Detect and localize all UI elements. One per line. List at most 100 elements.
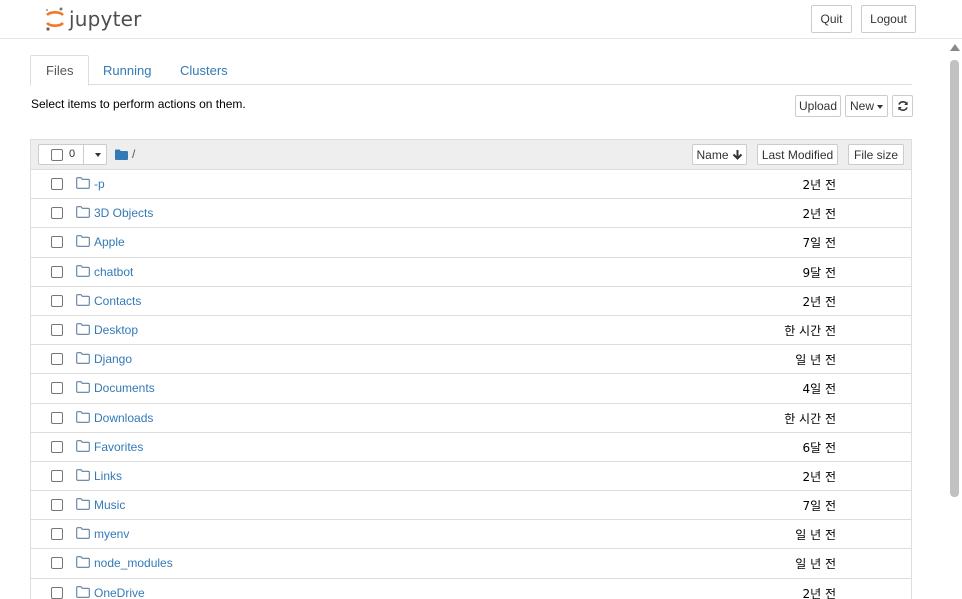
file-row[interactable]: Apple 7일 전 (31, 228, 911, 258)
tab-running[interactable]: Running (88, 55, 166, 85)
file-name-link[interactable]: -p (94, 177, 105, 191)
folder-icon[interactable] (115, 149, 128, 160)
last-modified: 일 년 전 (795, 528, 836, 543)
file-rows: -p 2년 전 3D Objects 2년 전 Apple 7일 전 chatbot 9달 전… (31, 170, 911, 599)
breadcrumb-root[interactable]: / (132, 147, 135, 161)
tab-clusters[interactable]: Clusters (165, 55, 243, 85)
row-checkbox[interactable] (51, 586, 63, 599)
file-row[interactable]: OneDrive 2년 전 (31, 578, 911, 599)
folder-outline-icon (76, 556, 90, 569)
sort-by-modified-button[interactable]: Last Modified (757, 144, 838, 165)
row-checkbox[interactable] (51, 411, 63, 424)
row-checkbox[interactable] (51, 207, 63, 220)
upload-button[interactable]: Upload (795, 95, 841, 117)
sort-name-label: Name (696, 147, 729, 162)
last-modified: 4일 전 (802, 382, 836, 397)
header: jupyter Quit Logout (0, 0, 962, 39)
logo-text: jupyter (69, 7, 142, 31)
select-all-checkbox[interactable] (51, 149, 63, 161)
row-checkbox[interactable] (51, 382, 63, 395)
refresh-button[interactable] (892, 95, 913, 117)
file-row[interactable]: Music 7일 전 (31, 491, 911, 521)
file-name-link[interactable]: 3D Objects (94, 206, 153, 220)
quit-button[interactable]: Quit (811, 5, 852, 33)
row-checkbox[interactable] (51, 178, 63, 190)
file-row[interactable]: chatbot 9달 전 (31, 257, 911, 287)
row-checkbox[interactable] (51, 499, 63, 512)
sort-by-size-button[interactable]: File size (848, 144, 904, 165)
file-row[interactable]: Links 2년 전 (31, 461, 911, 492)
file-row[interactable]: 3D Objects 2년 전 (31, 199, 911, 229)
file-row[interactable]: Favorites 6달 전 (31, 432, 911, 462)
new-button-label: New (849, 99, 874, 113)
last-modified: 한 시간 전 (784, 323, 836, 338)
selected-count: 0 (69, 148, 76, 160)
file-row[interactable]: Downloads 한 시간 전 (31, 403, 911, 433)
arrow-down-icon (732, 150, 742, 160)
last-modified: 일 년 전 (795, 557, 836, 572)
file-row[interactable]: node_modules 일 년 전 (31, 549, 911, 579)
folder-outline-icon (76, 323, 90, 335)
folder-outline-icon (76, 206, 90, 219)
folder-outline-icon (76, 527, 90, 540)
file-list: 0 / Name Last Modified File size -p 2년 전 3… (30, 139, 912, 599)
folder-outline-icon (76, 410, 90, 423)
file-name-link[interactable]: Django (94, 352, 132, 366)
last-modified: 7일 전 (802, 499, 836, 514)
file-name-link[interactable]: Contacts (94, 294, 141, 308)
logout-button[interactable]: Logout (861, 5, 916, 33)
file-name-link[interactable]: Favorites (94, 440, 143, 454)
folder-outline-icon (76, 293, 90, 306)
row-checkbox[interactable] (51, 557, 63, 570)
file-name-link[interactable]: node_modules (94, 556, 173, 570)
sort-by-name-button[interactable]: Name (692, 144, 747, 165)
file-list-header: 0 / Name Last Modified File size (31, 140, 911, 170)
file-name-link[interactable]: Music (94, 498, 125, 512)
selection-hint: Select items to perform actions on them. (31, 97, 246, 111)
row-checkbox[interactable] (51, 440, 63, 453)
file-row[interactable]: -p 2년 전 (31, 170, 911, 200)
file-name-link[interactable]: Apple (94, 235, 125, 249)
new-dropdown-button[interactable]: New (845, 95, 888, 117)
row-checkbox[interactable] (51, 469, 63, 482)
file-name-link[interactable]: Links (94, 469, 122, 483)
file-name-link[interactable]: chatbot (94, 265, 133, 279)
last-modified: 2년 전 (802, 178, 836, 192)
refresh-icon (897, 100, 908, 112)
select-all-group: 0 (38, 144, 107, 165)
last-modified: 일 년 전 (795, 353, 836, 368)
row-checkbox[interactable] (51, 236, 63, 249)
file-name-link[interactable]: Desktop (94, 323, 138, 337)
folder-outline-icon (76, 352, 90, 364)
row-checkbox[interactable] (51, 265, 63, 278)
file-row[interactable]: Desktop 한 시간 전 (31, 315, 911, 346)
folder-outline-icon (76, 177, 90, 189)
row-checkbox[interactable] (51, 323, 63, 336)
file-name-link[interactable]: OneDrive (94, 586, 145, 599)
last-modified: 9달 전 (802, 265, 836, 280)
last-modified: 한 시간 전 (784, 411, 836, 426)
file-name-link[interactable]: myenv (94, 527, 129, 541)
row-checkbox[interactable] (51, 528, 63, 541)
jupyter-logo[interactable]: jupyter (44, 4, 142, 34)
last-modified: 2년 전 (802, 294, 836, 309)
folder-outline-icon (76, 439, 90, 452)
file-name-link[interactable]: Downloads (94, 411, 153, 425)
caret-down-icon (877, 104, 883, 109)
file-row[interactable]: Documents 4일 전 (31, 374, 911, 404)
file-name-link[interactable]: Documents (94, 381, 155, 395)
tab-files[interactable]: Files (30, 55, 90, 86)
file-row[interactable]: Contacts 2년 전 (31, 286, 911, 316)
folder-outline-icon (76, 498, 90, 510)
selection-dropdown-button[interactable] (83, 144, 108, 165)
vertical-scrollbar[interactable] (948, 41, 962, 592)
file-row[interactable]: Django 일 년 전 (31, 345, 911, 375)
row-checkbox[interactable] (51, 353, 63, 366)
last-modified: 7일 전 (802, 236, 836, 251)
caret-down-icon (94, 153, 101, 157)
scroll-up-arrow-icon[interactable] (950, 44, 960, 51)
jupyter-logo-icon (46, 7, 64, 31)
scrollbar-thumb[interactable] (950, 60, 959, 497)
row-checkbox[interactable] (51, 294, 63, 307)
file-row[interactable]: myenv 일 년 전 (31, 520, 911, 550)
